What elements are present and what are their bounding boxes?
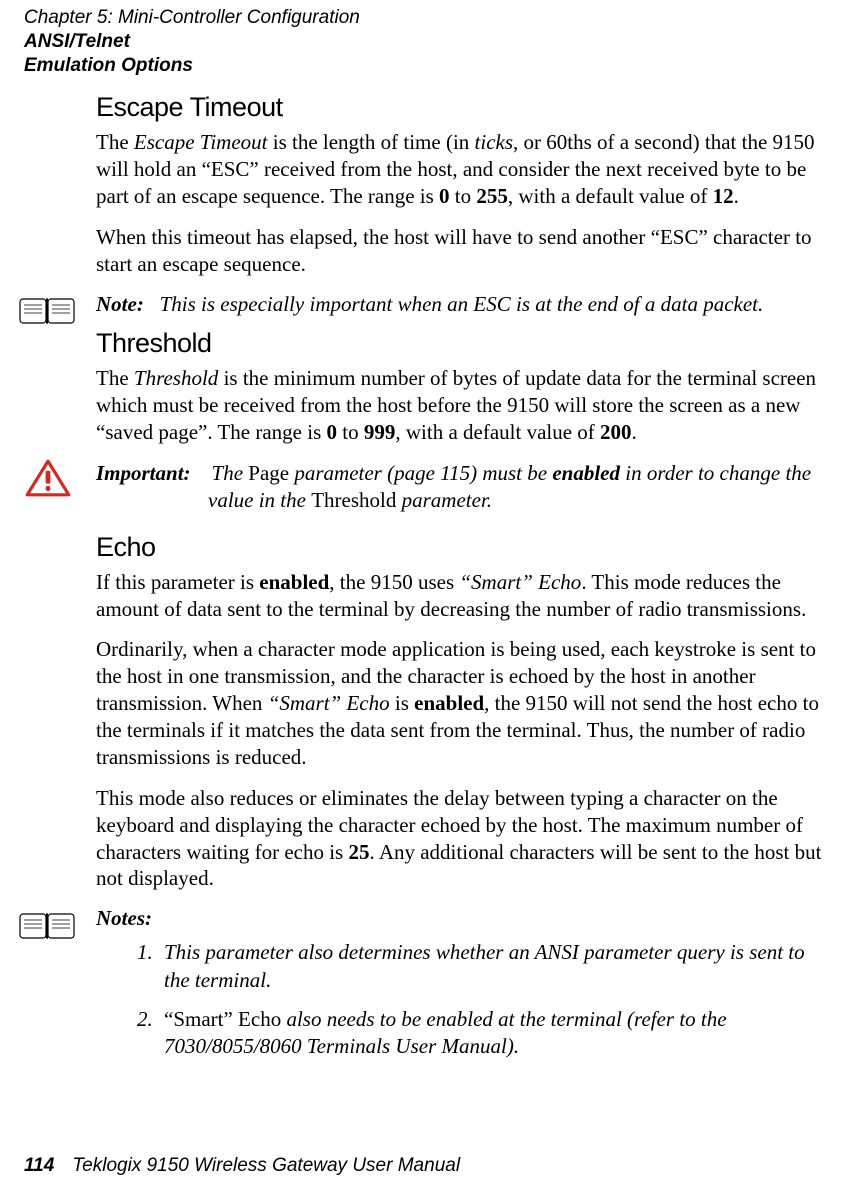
footer-title: Teklogix 9150 Wireless Gateway User Manu… (72, 1155, 460, 1176)
text: parameter (page 115) must be (289, 461, 552, 485)
paragraph: When this timeout has elapsed, the host … (96, 224, 824, 278)
value: enabled (414, 691, 484, 715)
text: , with a default value of (395, 420, 600, 444)
list-item: This parameter also determines whether a… (158, 939, 824, 994)
note-block: Note: This is especially important when … (96, 291, 824, 318)
text: This is especially important when an ESC… (160, 292, 764, 316)
term: Escape Timeout (134, 130, 268, 154)
paragraph: The Threshold is the minimum number of b… (96, 365, 824, 446)
section-title-line1: ANSI/Telnet (24, 30, 820, 54)
value: 255 (476, 184, 508, 208)
text: , the 9150 uses (329, 570, 459, 594)
warning-icon (18, 458, 78, 498)
text: is (390, 691, 415, 715)
value: enabled (552, 461, 620, 485)
paragraph: The Escape Timeout is the length of time… (96, 129, 824, 210)
value: 999 (364, 420, 396, 444)
heading-escape-timeout: Escape Timeout (96, 92, 824, 123)
heading-threshold: Threshold (96, 328, 824, 359)
text: If this parameter is (96, 570, 259, 594)
text: . (632, 420, 637, 444)
text: The (96, 366, 134, 390)
paragraph: If this parameter is enabled, the 9150 u… (96, 569, 824, 623)
notes-label: Notes: (96, 906, 824, 931)
text: parameter. (396, 488, 492, 512)
paragraph: Ordinarily, when a character mode applic… (96, 636, 824, 770)
notes-block: Notes: This parameter also determines wh… (96, 906, 824, 1060)
term: “Smart” Echo (459, 570, 581, 594)
text: The (212, 461, 249, 485)
page-footer: 114 Teklogix 9150 Wireless Gateway User M… (24, 1155, 460, 1177)
text: to (337, 420, 364, 444)
running-header: Chapter 5: Mini-Controller Configuration… (24, 6, 820, 77)
term: Page (248, 461, 289, 485)
value: 200 (600, 420, 632, 444)
notes-list: This parameter also determines whether a… (96, 939, 824, 1060)
value: 0 (439, 184, 450, 208)
paragraph: This mode also reduces or eliminates the… (96, 785, 824, 893)
important-label: Important: (96, 461, 191, 485)
term: ticks (475, 130, 513, 154)
important-text: Important: The Page parameter (page 115)… (96, 460, 824, 514)
value: 0 (327, 420, 338, 444)
section-title-line2: Emulation Options (24, 54, 820, 78)
text: . (734, 184, 739, 208)
content-area: Escape Timeout The Escape Timeout is the… (96, 92, 824, 1072)
note-icon (18, 291, 78, 331)
term: Threshold (134, 366, 218, 390)
text: This parameter also determines whether a… (164, 940, 805, 991)
note-icon (18, 906, 78, 946)
value: 12 (713, 184, 734, 208)
important-block: Important: The Page parameter (page 115)… (96, 460, 824, 514)
heading-echo: Echo (96, 532, 824, 563)
value: enabled (259, 570, 329, 594)
term: “Smart” Echo (164, 1007, 281, 1031)
term: “Smart” Echo (268, 691, 390, 715)
page: Chapter 5: Mini-Controller Configuration… (0, 0, 844, 1199)
text: to (450, 184, 477, 208)
text: is the length of time (in (267, 130, 474, 154)
list-item: “Smart” Echo also needs to be enabled at… (158, 1006, 824, 1061)
chapter-title: Chapter 5: Mini-Controller Configuration (24, 6, 820, 30)
value: 25 (348, 840, 369, 864)
page-number: 114 (24, 1155, 54, 1176)
note-label: Note: (96, 292, 144, 316)
term: Threshold (311, 488, 396, 512)
text: The (96, 130, 134, 154)
note-text: Note: This is especially important when … (96, 291, 824, 318)
text: , with a default value of (508, 184, 713, 208)
